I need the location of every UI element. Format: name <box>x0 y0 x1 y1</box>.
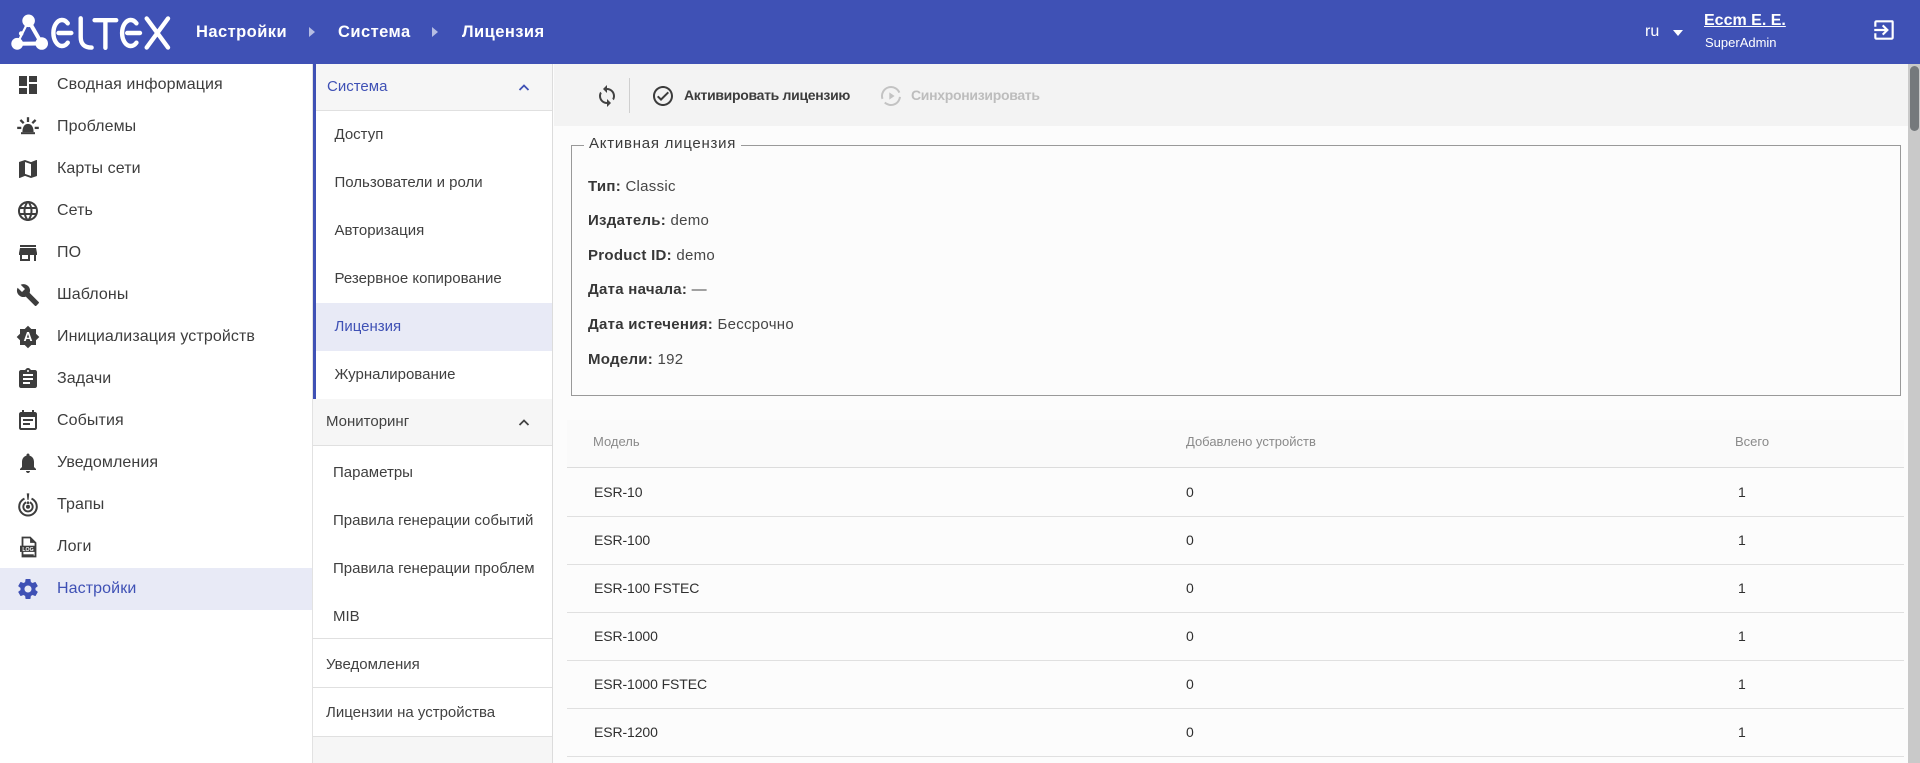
svg-text:LOG: LOG <box>22 547 33 553</box>
